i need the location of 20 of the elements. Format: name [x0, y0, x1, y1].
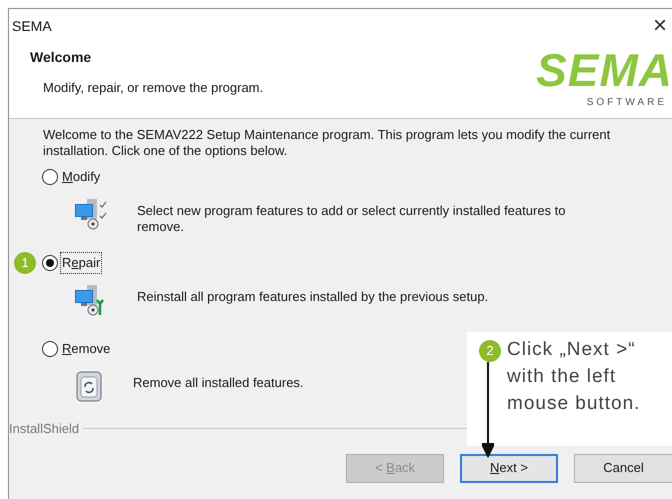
- page-heading: Welcome: [30, 48, 92, 67]
- radio-option[interactable]: Modify: [42, 167, 102, 187]
- intro-text: Welcome to the SEMAV222 Setup Maintenance program. This program lets you modify the current installation. Click one of the options below.: [43, 127, 612, 159]
- step-badge: 2: [479, 340, 501, 362]
- page-subtitle: Modify, repair, or remove the program.: [42, 79, 264, 97]
- step-badge: 1: [14, 252, 36, 274]
- radio-option[interactable]: Remove: [42, 339, 112, 359]
- logo: SEMA: [536, 45, 672, 95]
- option-description: Reinstall all program features installed by the previous setup.: [137, 288, 488, 305]
- callout-text: Click „Next >“ with the left mouse button.: [507, 338, 642, 416]
- computer-check-icon: [73, 197, 109, 231]
- installshield-label: InstallShield: [9, 420, 80, 438]
- logo-tagline: SOFTWARE: [586, 96, 667, 110]
- option-description: Select new program features to add or select currently installed features to remove.: [137, 202, 566, 235]
- radio-option[interactable]: Repair: [42, 253, 102, 273]
- window-title: SEMA: [12, 16, 52, 36]
- option-description: Remove all installed features.: [133, 374, 304, 391]
- dialog-button[interactable]: Next >: [460, 454, 558, 482]
- dialog-button[interactable]: Cancel: [574, 454, 672, 482]
- close-button[interactable]: ×: [652, 14, 667, 38]
